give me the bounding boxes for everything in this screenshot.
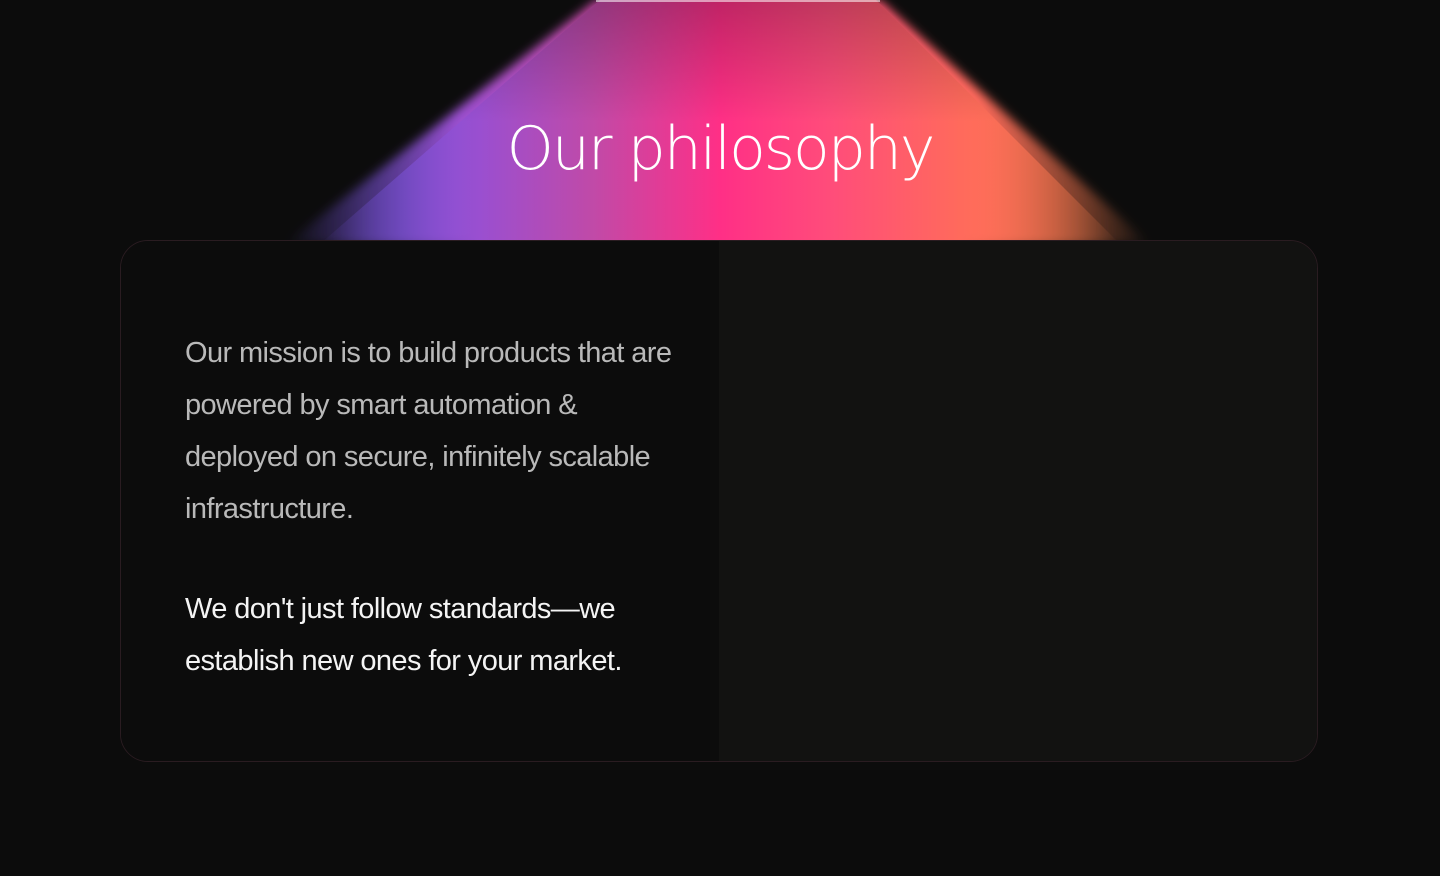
standards-statement: We don't just follow standards—we establ…: [185, 593, 622, 677]
mission-statement: Our mission is to build products that ar…: [185, 337, 672, 525]
card-media-panel: [719, 241, 1317, 761]
philosophy-card: Our mission is to build products that ar…: [120, 240, 1318, 762]
section-title: Our philosophy: [506, 114, 936, 184]
card-text-panel: Our mission is to build products that ar…: [121, 241, 719, 761]
